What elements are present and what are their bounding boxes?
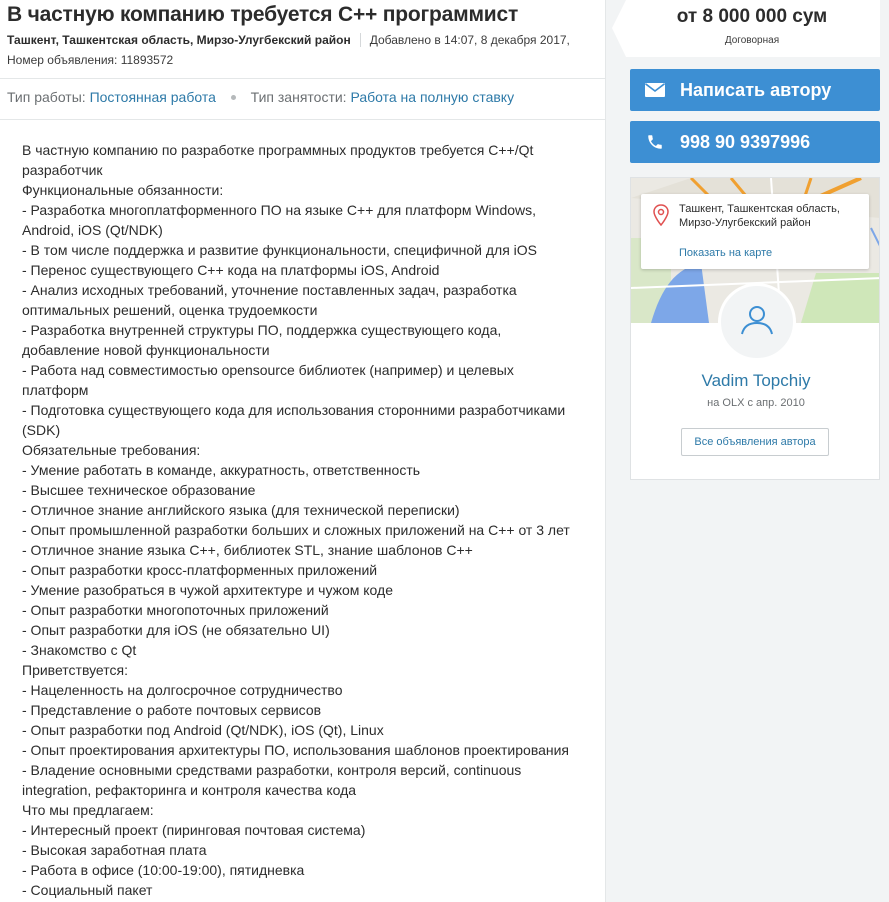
map-address: Ташкент, Ташкентская область, Мирзо-Улуг… [679, 203, 840, 229]
phone-number: 998 90 9397996 [680, 131, 811, 152]
description-line: - Представление о работе почтовых сервис… [22, 702, 322, 718]
author-card: Ташкент, Ташкентская область, Мирзо-Улуг… [630, 177, 880, 480]
description-line: - Знакомство с Qt [22, 642, 137, 658]
listing-params: Тип работы: Постоянная работа Тип занято… [7, 89, 514, 105]
author-name-link[interactable]: Vadim Topchiy [631, 371, 879, 391]
description-line: - Анализ исходных требований, уточнение … [22, 282, 521, 318]
description-line: - Умение работать в команде, аккуратност… [22, 462, 421, 478]
description-line: - В том числе поддержка и развитие функц… [22, 242, 538, 258]
phone-button[interactable]: 998 90 9397996 [630, 121, 880, 163]
divider [0, 78, 606, 79]
employment-link[interactable]: Работа на полную ставку [350, 89, 514, 105]
description-line: - Разработка многоплатформенного ПО на я… [22, 202, 540, 238]
description-line: - Опыт разработки кросс-платформенных пр… [22, 562, 378, 578]
meta-separator [359, 33, 361, 47]
listing-main: В частную компанию требуется С++ програм… [0, 0, 606, 902]
description-line: - Опыт проектирования архитектуры ПО, ис… [22, 742, 570, 758]
description-line: - Опыт разработки многопоточных приложен… [22, 602, 329, 618]
divider [0, 119, 606, 120]
description-line: Приветствуется: [22, 662, 128, 678]
description-line: Обязательные требования: [22, 442, 201, 458]
work-type-label: Тип работы: [7, 89, 86, 105]
listing-meta: Ташкент, Ташкентская область, Мирзо-Улуг… [7, 33, 570, 47]
work-type-link[interactable]: Постоянная работа [90, 89, 216, 105]
description-line: - Высокая заработная плата [22, 842, 207, 858]
description-line: - Социальный пакет [22, 882, 153, 898]
phone-icon [630, 133, 680, 151]
employment-label: Тип занятости: [250, 89, 347, 105]
description-line: - Опыт разработки для iOS (не обязательн… [22, 622, 330, 638]
message-author-button[interactable]: Написать автору [630, 69, 880, 111]
envelope-icon [630, 83, 680, 97]
description-line: - Работа в офисе (10:00-19:00), пятиднев… [22, 862, 305, 878]
description-line: Функциональные обязанности: [22, 182, 224, 198]
description-line: - Перенос существующего C++ кода на плат… [22, 262, 440, 278]
map-pin-icon [653, 204, 669, 231]
description-line: - Разработка внутренней структуры ПО, по… [22, 322, 506, 358]
price-note: Договорная [724, 35, 780, 46]
listing-description: В частную компанию по разработке програм… [22, 140, 582, 900]
price: от 8 000 000 сум [676, 6, 828, 27]
user-icon [740, 304, 774, 341]
show-on-map-link[interactable]: Показать на карте [679, 247, 772, 259]
avatar [718, 283, 796, 361]
description-line: - Опыт промышленной разработки больших и… [22, 522, 570, 538]
listing-ad-number: Номер объявления: 11893572 [7, 53, 174, 67]
all-author-ads-button[interactable]: Все объявления автора [681, 428, 829, 456]
description-line: - Подготовка существующего кода для испо… [22, 402, 570, 438]
map-popup: Ташкент, Ташкентская область, Мирзо-Улуг… [641, 194, 869, 269]
description-line: - Работа над совместимостью opensource б… [22, 362, 518, 398]
description-line: - Нацеленность на долгосрочное сотруднич… [22, 682, 343, 698]
description-line: - Отличное знание языка C++, библиотек S… [22, 542, 473, 558]
author-member-since: на OLX с апр. 2010 [707, 397, 805, 409]
description-line: - Владение основными средствами разработ… [22, 762, 526, 798]
bullet-separator [230, 95, 236, 100]
listing-title: В частную компанию требуется С++ програм… [7, 3, 519, 26]
listing-location: Ташкент, Ташкентская область, Мирзо-Улуг… [7, 33, 351, 47]
description-line: Что мы предлагаем: [22, 802, 154, 818]
description-line: - Опыт разработки под Android (Qt/NDK), … [22, 722, 384, 738]
description-line: - Отличное знание английского языка (для… [22, 502, 460, 518]
description-line: В частную компанию по разработке програм… [22, 142, 538, 178]
description-line: - Интересный проект (пиринговая почтовая… [22, 822, 366, 838]
message-author-label: Написать автору [680, 79, 832, 100]
description-line: - Высшее техническое образование [22, 482, 256, 498]
listing-added-date: Добавлено в 14:07, 8 декабря 2017, [369, 33, 570, 47]
description-line: - Умение разобраться в чужой архитектуре… [22, 582, 393, 598]
